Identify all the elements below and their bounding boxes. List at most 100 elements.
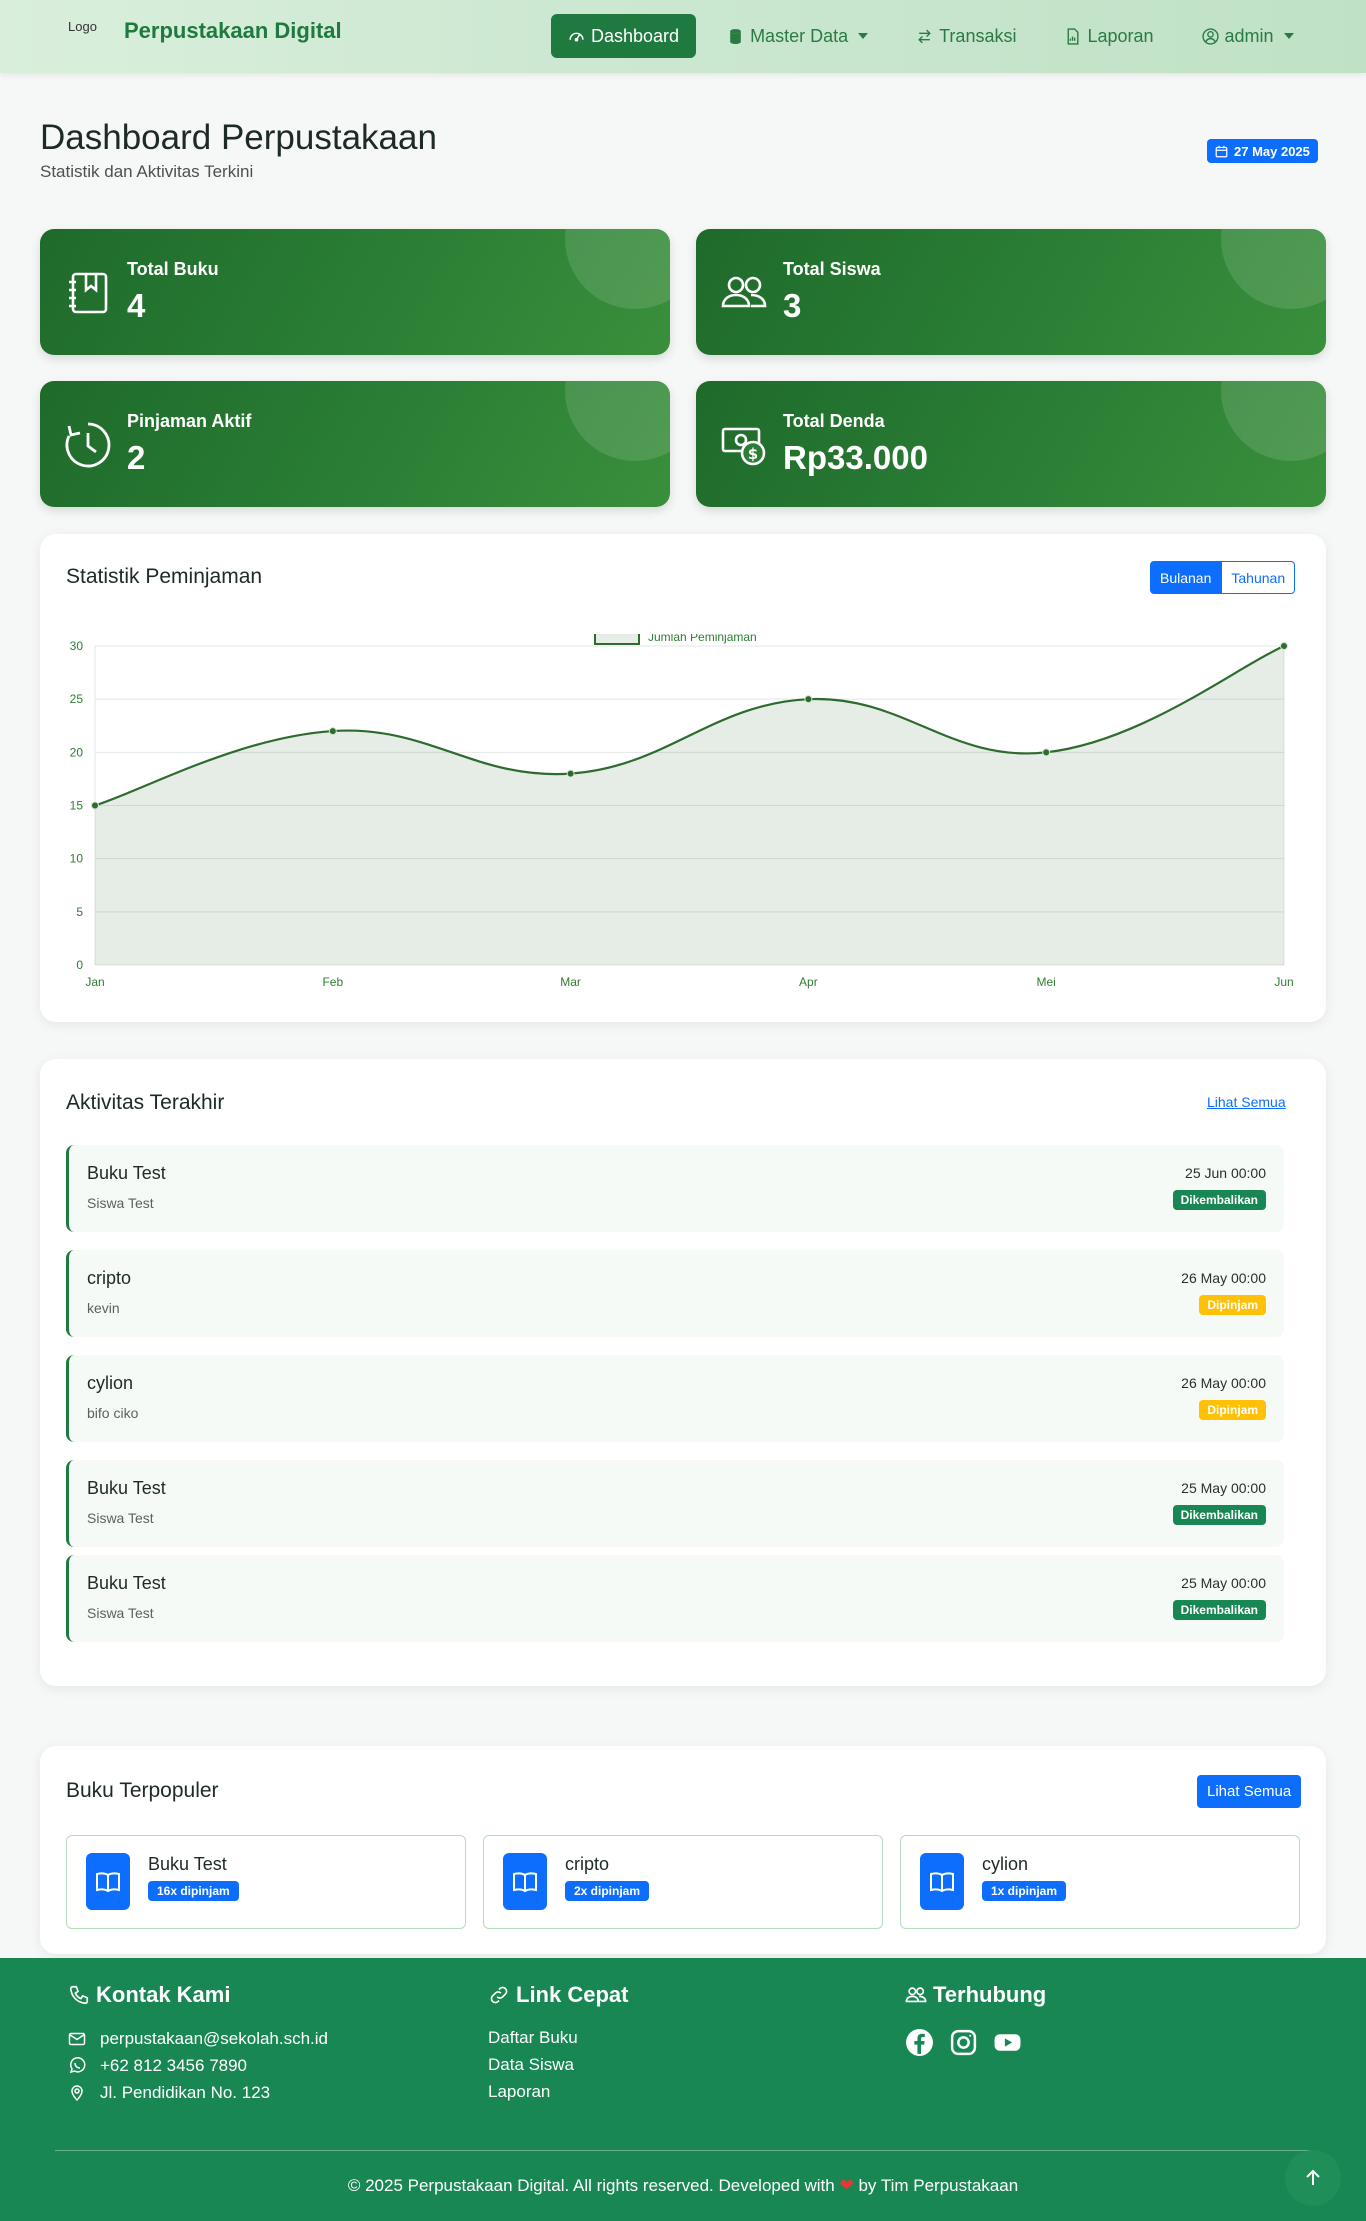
popular-book-card[interactable]: Buku Test 16x dipinjam xyxy=(66,1835,466,1929)
decorative-circle xyxy=(565,229,670,309)
brand-logo: Logo xyxy=(68,19,97,34)
x-tick-label: Mei xyxy=(1037,975,1056,989)
activity-see-all-link[interactable]: Lihat Semua xyxy=(1207,1094,1286,1110)
activity-item[interactable]: Buku Test Siswa Test 25 Jun 00:00 Dikemb… xyxy=(66,1145,1284,1232)
nav-item-transaksi[interactable]: Transaksi xyxy=(899,14,1033,58)
footer-link-daftar-buku[interactable]: Daftar Buku xyxy=(488,2028,628,2050)
y-tick-label: 25 xyxy=(70,692,84,706)
brand[interactable]: Logo Perpustakaan Digital xyxy=(68,18,342,44)
activity-book: cripto xyxy=(87,1268,132,1288)
activity-item[interactable]: Buku Test Siswa Test 25 May 00:00 Dikemb… xyxy=(66,1555,1284,1642)
book-icon xyxy=(920,1853,964,1910)
data-point xyxy=(91,801,99,810)
nav-item-master-data[interactable]: Master Data xyxy=(710,14,885,58)
cash-coin-icon: $ xyxy=(721,427,766,466)
book-title: cripto xyxy=(565,1854,610,1874)
stat-card-total-siswa: Total Siswa 3 xyxy=(696,229,1326,355)
database-icon xyxy=(730,28,741,44)
footer-link-laporan[interactable]: Laporan xyxy=(488,2082,628,2104)
svg-text:$: $ xyxy=(748,445,758,463)
link-icon xyxy=(490,1986,508,2004)
status-badge: Dikembalikan xyxy=(1172,1600,1266,1620)
chevron-down-icon xyxy=(858,33,869,39)
file-chart-icon xyxy=(1068,27,1079,45)
youtube-icon[interactable] xyxy=(993,2028,1022,2057)
calendar-icon xyxy=(1215,145,1228,157)
nav-item-dashboard[interactable]: Dashboard xyxy=(551,14,697,58)
footer-social-heading: Terhubung xyxy=(905,1982,1046,2008)
data-point xyxy=(328,727,337,736)
activity-item[interactable]: cripto kevin 26 May 00:00 Dipinjam xyxy=(66,1250,1284,1337)
clock-icon xyxy=(65,422,111,468)
decorative-circle xyxy=(1221,381,1326,461)
y-tick-label: 20 xyxy=(70,745,84,759)
legend-crop xyxy=(580,618,840,634)
popular-see-all-button[interactable]: Lihat Semua xyxy=(1197,1775,1302,1808)
popular-book-card[interactable]: cripto 2x dipinjam xyxy=(483,1835,883,1929)
chart-panel-title: Statistik Peminjaman xyxy=(66,565,263,588)
footer-link-data-siswa[interactable]: Data Siswa xyxy=(488,2055,628,2077)
stat-label: Total Denda xyxy=(783,411,885,431)
footer-links: Link Cepat Daftar Buku Data Siswa Lapora… xyxy=(488,1982,628,2109)
toggle-monthly-button[interactable]: Bulanan xyxy=(1150,561,1222,594)
activity-panel-title: Aktivitas Terakhir xyxy=(66,1091,225,1114)
borrow-count-badge: 16x dipinjam xyxy=(148,1881,239,1901)
instagram-icon[interactable] xyxy=(949,2028,978,2057)
arrow-up-icon xyxy=(1306,2169,1320,2185)
borrow-count-badge: 1x dipinjam xyxy=(982,1881,1067,1901)
stat-value: 2 xyxy=(127,439,146,476)
x-tick-label: Feb xyxy=(322,975,343,989)
book-title: Buku Test xyxy=(148,1854,227,1874)
decorative-circle xyxy=(1221,229,1326,309)
whatsapp-icon xyxy=(69,2057,86,2074)
nav-menu: Dashboard Master Data Transaksi Laporan … xyxy=(551,14,1325,58)
activity-student: Siswa Test xyxy=(87,1195,154,1211)
data-point xyxy=(804,695,813,704)
date-text: 27 May 2025 xyxy=(1234,143,1310,159)
stat-label: Total Siswa xyxy=(783,259,881,279)
activity-student: bifo ciko xyxy=(87,1405,139,1421)
scroll-to-top-button[interactable] xyxy=(1285,2150,1341,2206)
status-badge: Dipinjam xyxy=(1199,1400,1266,1420)
stat-label: Pinjaman Aktif xyxy=(127,411,252,431)
data-point xyxy=(566,769,575,778)
activity-book: Buku Test xyxy=(87,1573,166,1593)
activity-student: Siswa Test xyxy=(87,1605,154,1621)
borrow-count-badge: 2x dipinjam xyxy=(565,1881,650,1901)
nav-item-admin[interactable]: admin xyxy=(1185,14,1311,58)
nav-item-laporan[interactable]: Laporan xyxy=(1047,14,1170,58)
nav-item-label: Laporan xyxy=(1087,25,1154,46)
activity-time: 25 May 00:00 xyxy=(1181,1480,1266,1496)
activity-book: Buku Test xyxy=(87,1163,166,1183)
x-tick-label: Mar xyxy=(560,975,581,989)
activity-student: kevin xyxy=(87,1300,120,1316)
location-pin-icon xyxy=(71,2085,83,2102)
x-tick-label: Jun xyxy=(1274,975,1293,989)
footer: Kontak Kami perpustakaan@sekolah.sch.id … xyxy=(0,1958,1366,2221)
status-badge: Dipinjam xyxy=(1199,1295,1266,1315)
footer-contact-heading: Kontak Kami xyxy=(68,1982,328,2008)
popular-book-card[interactable]: cylion 1x dipinjam xyxy=(900,1835,1300,1929)
speedometer-icon xyxy=(569,32,584,41)
book-icon xyxy=(503,1853,547,1910)
y-tick-label: 10 xyxy=(70,852,84,866)
toggle-yearly-button[interactable]: Tahunan xyxy=(1221,561,1296,594)
data-point xyxy=(1280,642,1288,650)
footer-divider xyxy=(55,2150,1311,2151)
activity-item[interactable]: Buku Test Siswa Test 25 May 00:00 Dikemb… xyxy=(66,1460,1284,1547)
arrow-left-right-icon xyxy=(918,29,931,43)
facebook-icon[interactable] xyxy=(905,2028,934,2057)
x-tick-label: Jan xyxy=(85,975,104,989)
footer-phone: +62 812 3456 7890 xyxy=(68,2055,328,2077)
activity-item[interactable]: cylion bifo ciko 26 May 00:00 Dipinjam xyxy=(66,1355,1284,1442)
activity-book: cylion xyxy=(87,1373,134,1393)
borrowing-chart: 051015202530Jan Feb Mar Apr Mei JunJumlah Pem… xyxy=(70,618,1294,989)
y-tick-label: 5 xyxy=(76,905,83,919)
activity-time: 26 May 00:00 xyxy=(1181,1375,1266,1391)
activity-time: 25 May 00:00 xyxy=(1181,1575,1266,1591)
x-tick-label: Apr xyxy=(799,975,818,989)
people-icon xyxy=(905,1987,927,2003)
y-tick-label: 30 xyxy=(70,639,84,653)
decorative-circle xyxy=(565,381,670,461)
page-subtitle: Statistik dan Aktivitas Terkini xyxy=(40,162,254,181)
